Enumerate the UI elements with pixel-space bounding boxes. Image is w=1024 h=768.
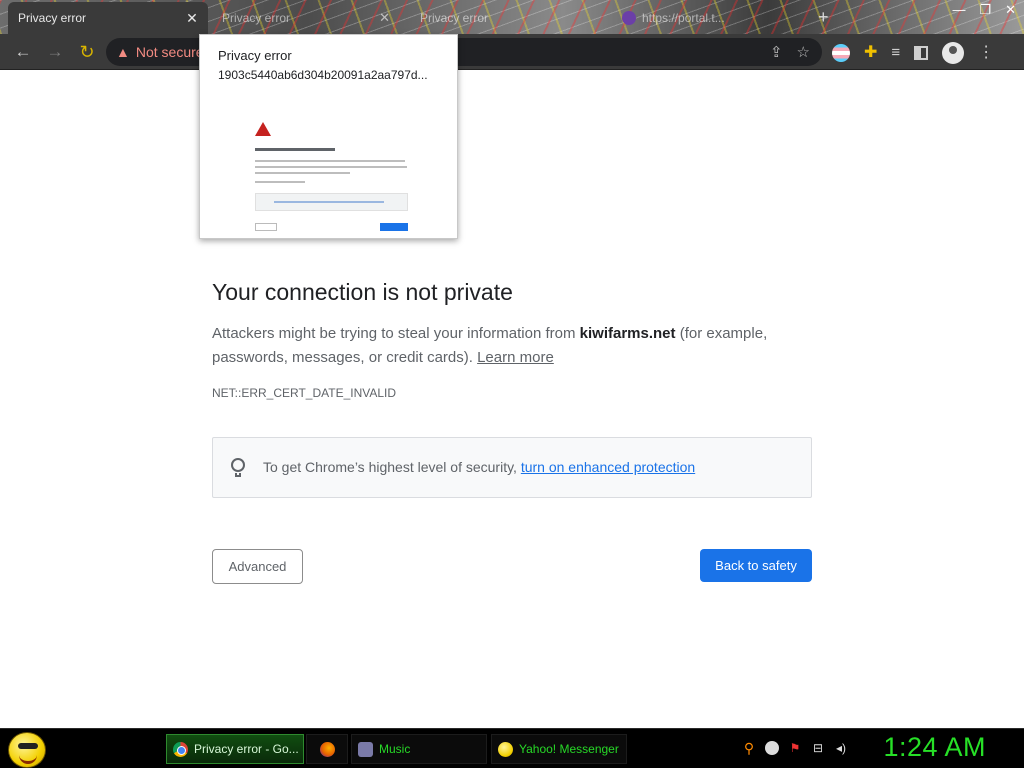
system-tray: ⚲ ⚑ ⊟ ◂): [742, 741, 848, 755]
tab-portal[interactable]: https://portal.t...: [612, 2, 798, 34]
menu-icon[interactable]: ⋮: [978, 44, 994, 62]
browser-toolbar: ← → ↻ ▲ Not secure ⇪ ☆ ✚ ≡ ⋮: [0, 34, 1024, 70]
error-description: Attackers might be trying to steal your …: [212, 322, 812, 370]
taskbar-item-firefox[interactable]: [306, 734, 348, 764]
tab-privacy-error-2[interactable]: Privacy error ✕: [212, 2, 398, 34]
taskbar: Privacy error - Go... Music Yahoo! Messe…: [0, 728, 1024, 768]
close-icon[interactable]: ✕: [184, 10, 200, 26]
chrome-icon: [173, 741, 188, 757]
forward-icon[interactable]: →: [44, 41, 66, 63]
flag-icon[interactable]: ⚑: [788, 741, 802, 755]
close-icon[interactable]: ✕: [379, 10, 390, 26]
volume-icon[interactable]: ◂): [834, 741, 848, 755]
profile-icon[interactable]: [942, 42, 965, 64]
enhanced-text: To get Chrome’s highest level of securit…: [263, 459, 521, 475]
start-button-smiley-icon[interactable]: [8, 732, 46, 768]
taskbar-item-label: Yahoo! Messenger: [519, 742, 619, 756]
page-title: Your connection is not private: [212, 279, 513, 305]
extensions-area: ✚ ≡ ⋮: [832, 42, 994, 64]
taskbar-item-label: Music: [379, 742, 411, 756]
security-indicator[interactable]: Not secure: [136, 44, 204, 60]
network-icon[interactable]: ⊟: [811, 741, 825, 755]
lightbulb-icon: [231, 458, 245, 478]
tab-privacy-error-3[interactable]: Privacy error: [410, 2, 596, 34]
back-icon[interactable]: ←: [12, 41, 34, 63]
learn-more-link[interactable]: Learn more: [477, 349, 554, 366]
taskbar-item-music[interactable]: Music: [351, 734, 487, 764]
pride-flag-extension-icon[interactable]: [832, 44, 850, 62]
star-icon[interactable]: ☆: [797, 43, 810, 61]
music-icon: [358, 741, 373, 757]
warning-icon: [255, 122, 271, 136]
tab-title: Privacy error: [420, 11, 489, 25]
tab-title: https://portal.t...: [642, 11, 725, 25]
taskbar-item-chrome[interactable]: Privacy error - Go...: [166, 734, 304, 764]
side-panel-icon[interactable]: [914, 46, 929, 60]
puzzle-icon[interactable]: ✚: [864, 44, 877, 62]
minimize-icon[interactable]: —: [952, 2, 965, 18]
share-icon[interactable]: ⇪: [770, 43, 783, 61]
window-controls: — ❐ ✕: [952, 2, 1016, 18]
yahoo-icon: [498, 741, 513, 757]
taskbar-item-yahoo-messenger[interactable]: Yahoo! Messenger: [491, 734, 627, 764]
tab-strip: Privacy error ✕ Privacy error ✕ Privacy …: [0, 0, 1024, 34]
taskbar-item-label: Privacy error - Go...: [194, 742, 299, 756]
new-tab-icon[interactable]: +: [818, 7, 829, 28]
search-icon[interactable]: ⚲: [742, 741, 756, 755]
taskbar-clock[interactable]: 1:24 AM: [883, 732, 986, 763]
site-favicon-icon: [622, 11, 636, 25]
hover-card-url: 1903c5440ab6d304b20091a2aa797d...: [218, 68, 428, 82]
tab-hover-card: Privacy error 1903c5440ab6d304b20091a2aa…: [199, 34, 458, 239]
enhanced-protection-box: To get Chrome’s highest level of securit…: [212, 437, 812, 498]
enhanced-protection-link[interactable]: turn on enhanced protection: [521, 459, 695, 475]
advanced-button[interactable]: Advanced: [212, 549, 303, 584]
messenger-tray-icon[interactable]: [765, 741, 779, 755]
enhanced-protection-text: To get Chrome’s highest level of securit…: [263, 459, 695, 475]
restore-icon[interactable]: ❐: [979, 2, 991, 18]
reload-icon[interactable]: ↻: [76, 41, 98, 63]
tab-title: Privacy error: [18, 11, 87, 25]
hover-card-thumbnail: [200, 105, 459, 240]
tab-privacy-error-active[interactable]: Privacy error ✕: [8, 2, 208, 34]
hover-card-title: Privacy error: [218, 48, 292, 63]
site-domain: kiwifarms.net: [579, 325, 676, 342]
back-to-safety-button[interactable]: Back to safety: [700, 549, 812, 582]
desc-prefix: Attackers might be trying to steal your …: [212, 325, 580, 342]
close-window-icon[interactable]: ✕: [1005, 2, 1016, 18]
error-code[interactable]: NET::ERR_CERT_DATE_INVALID: [212, 386, 396, 400]
media-control-icon[interactable]: ≡: [891, 44, 900, 62]
warning-icon: ▲: [116, 44, 130, 60]
tab-title: Privacy error: [222, 11, 291, 25]
firefox-icon: [319, 741, 335, 757]
